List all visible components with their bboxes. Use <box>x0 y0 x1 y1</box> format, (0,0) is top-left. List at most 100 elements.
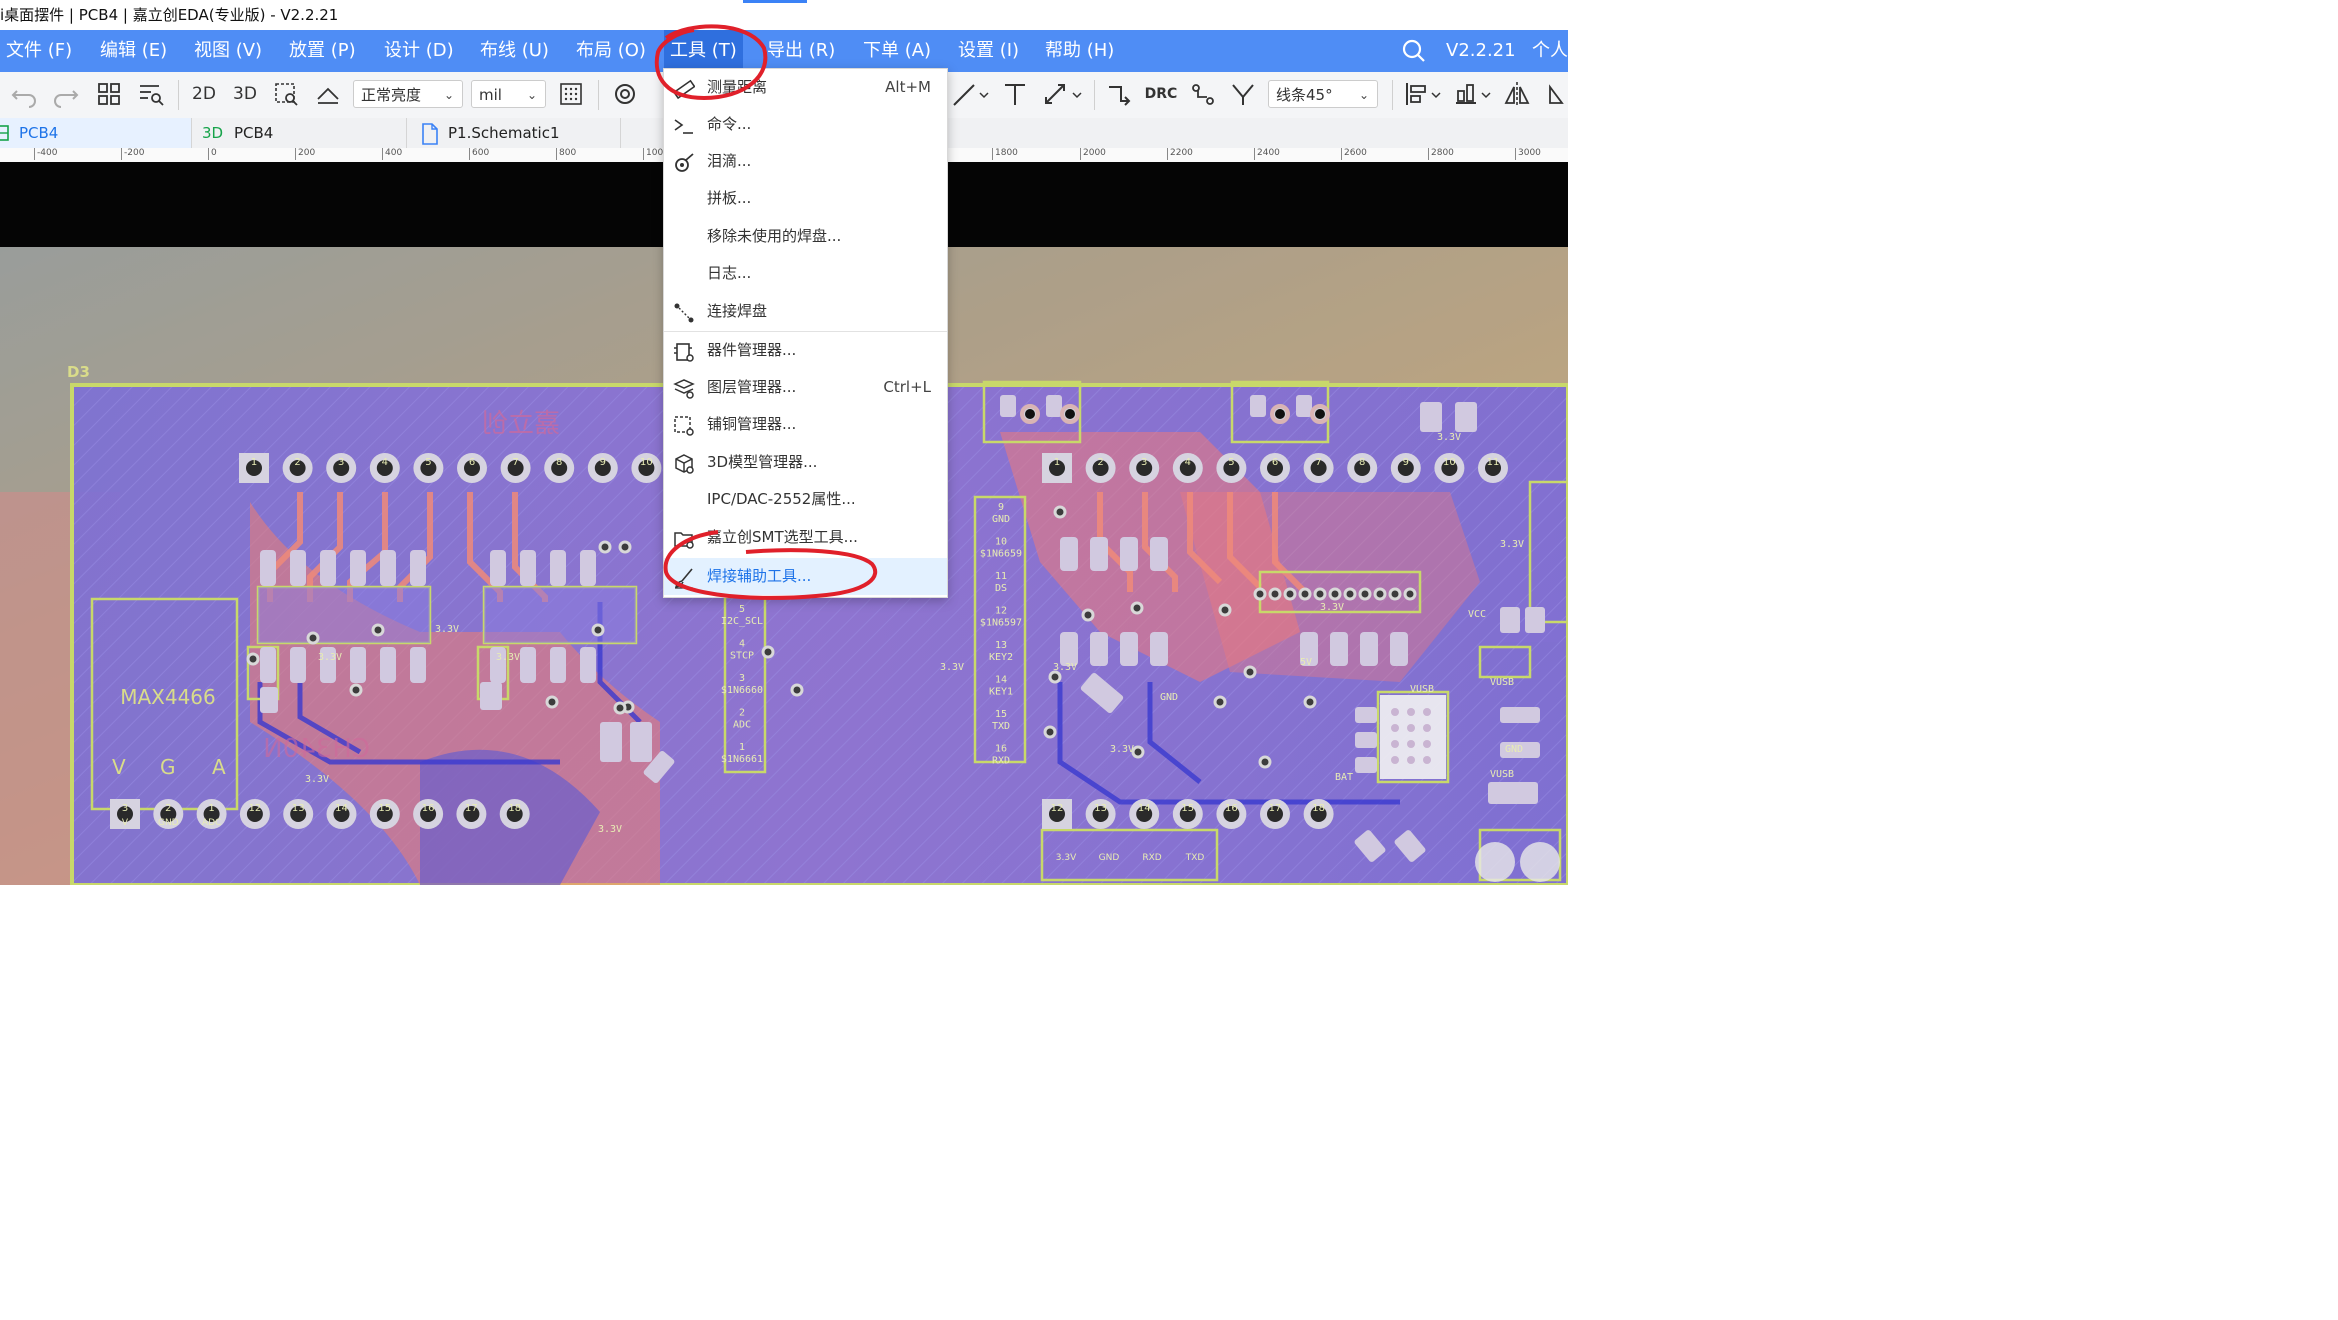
menu-item-component-manager[interactable]: 器件管理器... <box>664 332 947 369</box>
search-icon[interactable] <box>1400 30 1426 72</box>
menu-item-connect-pads[interactable]: 连接焊盘 <box>664 293 947 330</box>
header-left-pad-number: 7 <box>512 457 518 468</box>
redo-icon[interactable] <box>50 79 80 109</box>
tab-pcb4[interactable]: PCB4 <box>0 118 192 148</box>
tab-label: PCB4 <box>234 124 274 142</box>
distribute-icon[interactable] <box>1452 79 1494 109</box>
pin-net-label: KEY1 <box>989 687 1013 698</box>
brightness-select[interactable]: 正常亮度 ⌄ <box>353 80 463 108</box>
header-right-pad: 9 <box>1390 453 1421 483</box>
tab-label: P1.Schematic1 <box>448 124 560 142</box>
header-left-pad-number: 5 <box>425 457 431 468</box>
menu-item-ipc-dac-2552[interactable]: IPC/DAC-2552属性... <box>664 481 947 518</box>
menu-item-smt-selection-tool[interactable]: 嘉立创SMT选型工具... <box>664 519 947 556</box>
menu-order[interactable]: 下单 (A) <box>857 30 937 72</box>
align-left-icon[interactable] <box>1402 79 1444 109</box>
text-tool-icon[interactable] <box>1000 79 1030 109</box>
menu-item-copper-manager[interactable]: 铺铜管理器... <box>664 406 947 443</box>
silk-text-mirrored: CH340N <box>263 734 370 764</box>
connect-pads-icon <box>673 301 695 323</box>
menu-item-layer-manager[interactable]: 图层管理器... Ctrl+L <box>664 369 947 406</box>
header-right-pad: 2 <box>1085 453 1116 483</box>
brightness-value: 正常亮度 <box>361 86 422 104</box>
pin-net-label: GND <box>992 514 1010 525</box>
tab-pcb4-3d[interactable]: 3D PCB4 <box>192 118 407 148</box>
header-right-pad: 4 <box>1172 453 1203 483</box>
rotate-icon[interactable] <box>1542 79 1568 109</box>
undo-icon[interactable] <box>10 79 40 109</box>
tab-schematic[interactable]: P1.Schematic1 <box>407 118 621 148</box>
mic-pin-g: G <box>160 755 176 779</box>
menu-file[interactable]: 文件 (F) <box>0 30 78 72</box>
header-left-pad: 8 <box>544 453 575 483</box>
layer-brightness-icon[interactable] <box>313 79 343 109</box>
menu-route[interactable]: 布线 (U) <box>474 30 555 72</box>
header-left-pad: 6 <box>457 453 487 483</box>
header-left-pad-number: 6 <box>469 457 475 468</box>
grid-snap-icon[interactable] <box>556 79 586 109</box>
user-menu[interactable]: 个人 <box>1532 30 1568 72</box>
bottom-left-pad-number: 12 <box>249 803 262 814</box>
3d-model-icon <box>673 452 695 474</box>
diff-pair-icon[interactable] <box>1228 79 1258 109</box>
menu-help[interactable]: 帮助 (H) <box>1039 30 1120 72</box>
route-icon[interactable] <box>1104 79 1134 109</box>
view-3d-button[interactable]: 3D <box>229 79 261 109</box>
menu-export[interactable]: 导出 (R) <box>761 30 841 72</box>
menu-item-log[interactable]: 日志... <box>664 255 947 292</box>
header-left-pad: 5 <box>413 453 444 483</box>
menu-item-label: 拼板... <box>707 189 752 207</box>
route-mode-select[interactable]: 线条45° ⌄ <box>1268 80 1378 108</box>
list-search-icon[interactable] <box>136 79 166 109</box>
menu-design[interactable]: 设计 (D) <box>378 30 460 72</box>
header-right-pad-number: 5 <box>1228 457 1234 468</box>
dimension-tool-icon[interactable] <box>1040 79 1086 109</box>
view-2d-button[interactable]: 2D <box>188 79 220 109</box>
menu-edit[interactable]: 编辑 (E) <box>94 30 173 72</box>
command-prompt-icon <box>673 114 695 136</box>
pin-net-label: $1N6597 <box>980 618 1022 629</box>
pin-net-label: $1N6660 <box>721 685 763 696</box>
smt-tool-icon <box>673 527 695 549</box>
connect-icon[interactable] <box>1188 79 1218 109</box>
line-tool-icon[interactable] <box>950 79 992 109</box>
menu-settings[interactable]: 设置 (I) <box>952 30 1025 72</box>
menu-item-label: 日志... <box>707 264 752 282</box>
menu-item-panelize[interactable]: 拼板... <box>664 180 947 217</box>
bottom-right-pad-number: 12 <box>1051 803 1064 814</box>
header-left-pad: 7 <box>500 453 531 483</box>
unit-select[interactable]: mil ⌄ <box>471 80 546 108</box>
menu-view[interactable]: 视图 (V) <box>188 30 268 72</box>
menu-item-label: 焊接辅助工具... <box>707 567 812 585</box>
drc-button[interactable]: DRC <box>1144 79 1178 109</box>
menu-tools[interactable]: 工具 (T) <box>664 30 743 72</box>
grid-view-icon[interactable] <box>94 79 124 109</box>
menu-item-teardrop[interactable]: 泪滴... <box>664 143 947 180</box>
menu-item-3d-model-manager[interactable]: 3D模型管理器... <box>664 444 947 481</box>
menu-item-label: 连接焊盘 <box>707 302 768 320</box>
menu-item-label: 铺铜管理器... <box>707 415 797 433</box>
header-right-pad-number: 9 <box>1403 457 1409 468</box>
header-right-pad-number: 2 <box>1097 457 1103 468</box>
bottom-right-pad-number: 14 <box>1138 803 1151 814</box>
pin-number-label: 5 <box>739 604 745 615</box>
header-left-pad-number: 9 <box>600 457 606 468</box>
zoom-area-icon[interactable] <box>272 79 302 109</box>
pin-number-label: 2 <box>739 708 745 719</box>
title-bar: i桌面摆件 | PCB4 | 嘉立创EDA(专业版) - V2.2.21 <box>0 0 1568 30</box>
menu-item-command[interactable]: 命令... <box>664 106 947 143</box>
header-left-pad: 4 <box>369 453 400 483</box>
net-label-3v3: 3.3V <box>318 652 342 663</box>
menu-place[interactable]: 放置 (P) <box>283 30 362 72</box>
menu-item-measure-distance[interactable]: 测量距离 Alt+M <box>664 69 947 106</box>
mic-pin-name: GND <box>158 818 179 828</box>
header-right-pad: 6 <box>1260 453 1290 483</box>
menu-item-remove-unused-pads[interactable]: 移除未使用的焊盘... <box>664 218 947 255</box>
via-icon[interactable] <box>610 79 640 109</box>
flip-icon[interactable] <box>1502 79 1532 109</box>
header-right-pad-number: 7 <box>1315 457 1321 468</box>
menu-item-soldering-assistant[interactable]: 焊接辅助工具... <box>664 558 947 595</box>
net-label-3v3: 3.3V <box>435 624 459 635</box>
menu-item-shortcut: Ctrl+L <box>883 378 931 396</box>
menu-layout[interactable]: 布局 (O) <box>570 30 652 72</box>
